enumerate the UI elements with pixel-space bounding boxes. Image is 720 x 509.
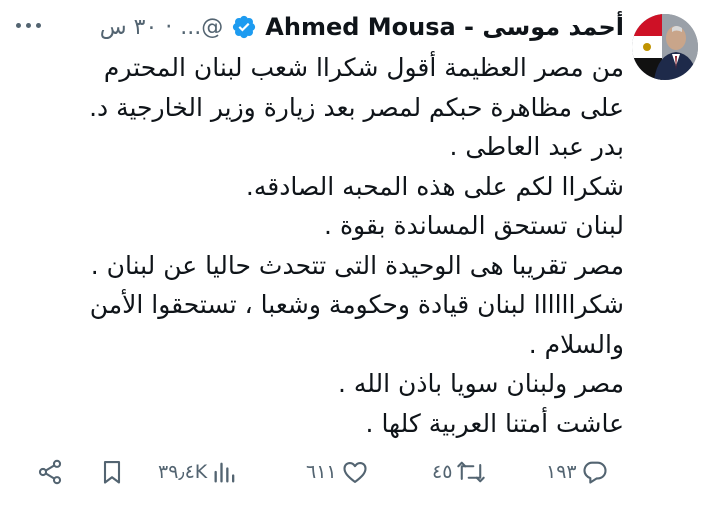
reply-button[interactable]: ١٩٣: [546, 452, 609, 492]
tweet-text-line: على مظاهرة حبكم لمصر بعد زيارة وزير الخا…: [89, 92, 624, 122]
reply-icon: [581, 458, 609, 486]
like-icon: [341, 458, 369, 486]
action-bar: ٣٩٫٤K ٦١١ ٤٥ ١٩٣: [0, 452, 720, 492]
tweet-timestamp[interactable]: ٣٠ س: [100, 15, 158, 40]
share-button[interactable]: [36, 452, 64, 492]
tweet-text-line: لبنان تستحق المساندة بقوة .: [324, 211, 624, 240]
views-button[interactable]: ٣٩٫٤K: [158, 452, 239, 492]
author-handle[interactable]: @...: [180, 15, 223, 40]
tweet-header: أحمد موسى - Ahmed Mousa @... · ٣٠ س: [100, 8, 624, 46]
views-icon: [211, 458, 239, 486]
repost-icon: [456, 458, 486, 486]
tweet-text-line: والسلام .: [528, 329, 624, 359]
author-name[interactable]: أحمد موسى - Ahmed Mousa: [265, 13, 624, 41]
bookmark-button[interactable]: [98, 452, 126, 492]
verified-badge-icon: [231, 14, 257, 40]
tweet-text: من مصر العظيمة أقول شكراا شعب لبنان المح…: [24, 48, 624, 443]
like-button[interactable]: ٦١١: [306, 452, 369, 492]
tweet-text-line: بدر عبد العاطى .: [449, 132, 625, 161]
repost-button[interactable]: ٤٥: [432, 452, 486, 492]
bookmark-icon: [98, 458, 126, 486]
likes-count: ٦١١: [306, 461, 337, 483]
tweet-text-line: شكراا لكم على هذه المحبه الصادقه.: [245, 171, 624, 201]
tweet-text-line: مصر تقريبا هى الوحيدة التى تتحدث حاليا ع…: [90, 250, 624, 280]
replies-count: ١٩٣: [546, 461, 577, 483]
tweet-text-line: شكراااااا لبنان قيادة وحكومة وشعبا ، تست…: [89, 290, 624, 319]
share-icon: [36, 458, 64, 486]
avatar[interactable]: [632, 14, 698, 80]
tweet-card[interactable]: أحمد موسى - Ahmed Mousa @... · ٣٠ س من م…: [0, 0, 720, 509]
more-options-icon[interactable]: [8, 10, 48, 40]
header-separator: ·: [165, 14, 173, 40]
tweet-text-line: عاشت أمتنا العربية كلها .: [365, 408, 624, 438]
views-count: ٣٩٫٤K: [158, 461, 208, 483]
reposts-count: ٤٥: [432, 461, 453, 483]
tweet-text-line: مصر ولبنان سويا باذن الله .: [337, 369, 624, 398]
tweet-text-line: من مصر العظيمة أقول شكراا شعب لبنان المح…: [103, 53, 624, 82]
